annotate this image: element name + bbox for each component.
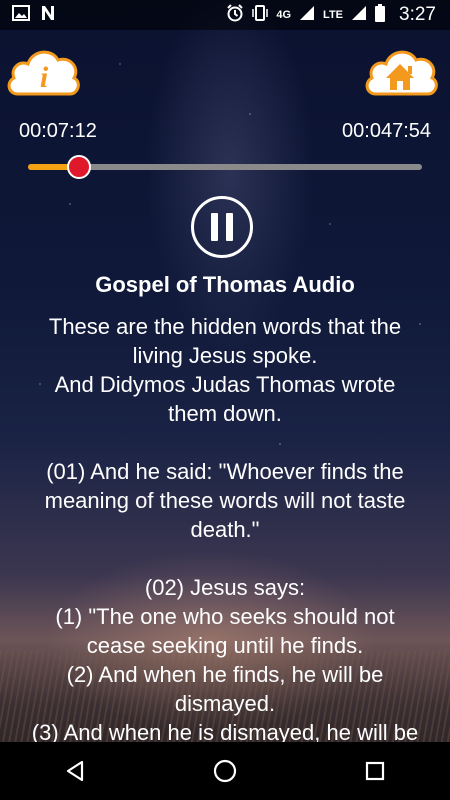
signal-icon-2 [351, 5, 367, 26]
home-circle-icon [213, 759, 237, 783]
recents-square-icon [365, 761, 385, 781]
image-icon [12, 5, 30, 25]
seek-bar[interactable] [28, 155, 422, 179]
pause-button[interactable] [191, 196, 253, 258]
total-time: 00:047:54 [342, 120, 431, 142]
alarm-icon [226, 3, 244, 27]
page-title: Gospel of Thomas Audio [95, 272, 355, 297]
pause-icon-bar [226, 213, 233, 241]
nav-recents-button[interactable] [345, 742, 405, 800]
vibrate-icon [252, 4, 269, 27]
seek-thumb[interactable] [67, 155, 92, 179]
clock: 3:27 [399, 4, 436, 25]
network-type-label: LTE [323, 9, 344, 21]
gospel-text: These are the hidden words that the livi… [31, 314, 419, 742]
info-button[interactable]: i [4, 42, 84, 102]
home-icon [365, 50, 438, 96]
pause-icon [211, 213, 218, 241]
signal-icon [299, 5, 315, 26]
network-label: 4G [276, 9, 292, 21]
back-icon [66, 760, 84, 782]
nav-home-button[interactable] [195, 742, 255, 800]
text-scroll-area[interactable]: These are the hidden words that the livi… [0, 312, 450, 742]
nav-back-button[interactable] [45, 742, 105, 800]
svg-text:i: i [40, 61, 49, 94]
battery-icon [375, 3, 386, 27]
notification-n-icon [40, 5, 56, 25]
elapsed-time: 00:07:12 [19, 120, 97, 142]
home-button[interactable] [362, 42, 442, 102]
status-bar: 4G LTE 3:27 [0, 0, 450, 30]
info-icon: i [7, 50, 80, 96]
navigation-bar [0, 742, 450, 800]
